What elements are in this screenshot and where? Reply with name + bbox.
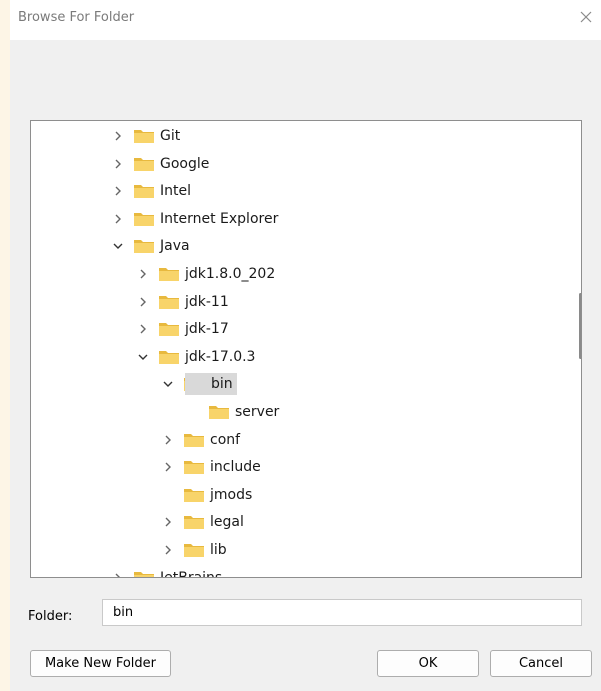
folder-icon xyxy=(158,349,180,365)
tree-item[interactable]: jdk1.8.0_202 xyxy=(31,262,571,286)
folder-tree[interactable]: Git Google Intel Internet Explorer Java jdk1.… xyxy=(30,120,582,578)
tree-item-label: Google xyxy=(160,156,210,172)
tree-item[interactable]: Internet Explorer xyxy=(31,207,571,231)
folder-icon xyxy=(133,238,155,254)
chevron-down-icon[interactable] xyxy=(161,377,175,391)
chevron-right-icon[interactable] xyxy=(136,295,150,309)
chevron-down-icon[interactable] xyxy=(136,350,150,364)
tree-item[interactable]: server xyxy=(31,400,571,424)
make-new-folder-button[interactable]: Make New Folder xyxy=(30,650,171,677)
chevron-right-icon[interactable] xyxy=(136,267,150,281)
chevron-right-icon[interactable] xyxy=(161,515,175,529)
tree-item[interactable]: jmods xyxy=(31,483,571,507)
tree-item[interactable]: jdk-17.0.3 xyxy=(31,345,571,369)
tree-item-label: include xyxy=(210,459,261,475)
chevron-right-icon[interactable] xyxy=(111,129,125,143)
folder-icon xyxy=(183,542,205,558)
ok-button[interactable]: OK xyxy=(377,650,479,677)
tree-item-label: jdk-17 xyxy=(185,321,229,337)
chevron-right-icon[interactable] xyxy=(161,543,175,557)
chevron-right-icon[interactable] xyxy=(161,433,175,447)
tree-item[interactable]: Intel xyxy=(31,179,571,203)
folder-icon xyxy=(183,459,205,475)
tree-item-label: JetBrains xyxy=(160,570,223,578)
chevron-down-icon[interactable] xyxy=(111,239,125,253)
dialog-title: Browse For Folder xyxy=(18,10,135,25)
tree-item[interactable]: JetBrains xyxy=(31,566,571,578)
close-icon[interactable] xyxy=(575,6,597,28)
folder-icon xyxy=(158,294,180,310)
chevron-right-icon[interactable] xyxy=(161,460,175,474)
tree-item[interactable]: legal xyxy=(31,510,571,534)
folder-field-label: Folder: xyxy=(28,609,73,624)
folder-icon xyxy=(183,432,205,448)
chevron-right-icon[interactable] xyxy=(136,322,150,336)
tree-item-label: bin xyxy=(185,373,237,395)
tree-item[interactable]: bin xyxy=(31,372,571,396)
tree-item-label: jdk-17.0.3 xyxy=(185,349,256,365)
tree-item[interactable]: jdk-11 xyxy=(31,290,571,314)
folder-icon xyxy=(183,514,205,530)
chevron-right-icon[interactable] xyxy=(111,157,125,171)
folder-input[interactable] xyxy=(102,599,582,626)
tree-item-label: server xyxy=(235,404,280,420)
folder-icon xyxy=(133,156,155,172)
tree-item-label: jdk-11 xyxy=(185,294,229,310)
chevron-right-icon[interactable] xyxy=(111,184,125,198)
folder-icon xyxy=(133,128,155,144)
folder-icon xyxy=(158,266,180,282)
tree-item[interactable]: conf xyxy=(31,428,571,452)
tree-item-label: legal xyxy=(210,514,244,530)
folder-icon xyxy=(133,183,155,199)
tree-item-label: Java xyxy=(160,238,190,254)
folder-icon xyxy=(183,487,205,503)
folder-icon xyxy=(133,211,155,227)
folder-icon xyxy=(158,321,180,337)
chevron-right-icon[interactable] xyxy=(111,212,125,226)
tree-item-label: jmods xyxy=(210,487,253,503)
title-bar: Browse For Folder xyxy=(10,0,601,40)
cancel-button[interactable]: Cancel xyxy=(490,650,592,677)
tree-item[interactable]: lib xyxy=(31,538,571,562)
tree-item-label: Internet Explorer xyxy=(160,211,279,227)
tree-item-label: conf xyxy=(210,432,241,448)
tree-item-label: jdk1.8.0_202 xyxy=(185,266,276,282)
tree-item-label: lib xyxy=(210,542,227,558)
tree-item[interactable]: include xyxy=(31,455,571,479)
tree-item-label: Git xyxy=(160,128,181,144)
tree-item-label: Intel xyxy=(160,183,191,199)
folder-icon xyxy=(208,404,230,420)
tree-item[interactable]: Google xyxy=(31,152,571,176)
scrollbar-thumb[interactable] xyxy=(579,293,581,359)
chevron-right-icon[interactable] xyxy=(111,571,125,577)
tree-item[interactable]: jdk-17 xyxy=(31,317,571,341)
folder-icon xyxy=(133,570,155,577)
tree-item[interactable]: Git xyxy=(31,124,571,148)
tree-item[interactable]: Java xyxy=(31,234,571,258)
browse-for-folder-dialog: Browse For Folder Git Google Intel Internet… xyxy=(10,0,601,691)
